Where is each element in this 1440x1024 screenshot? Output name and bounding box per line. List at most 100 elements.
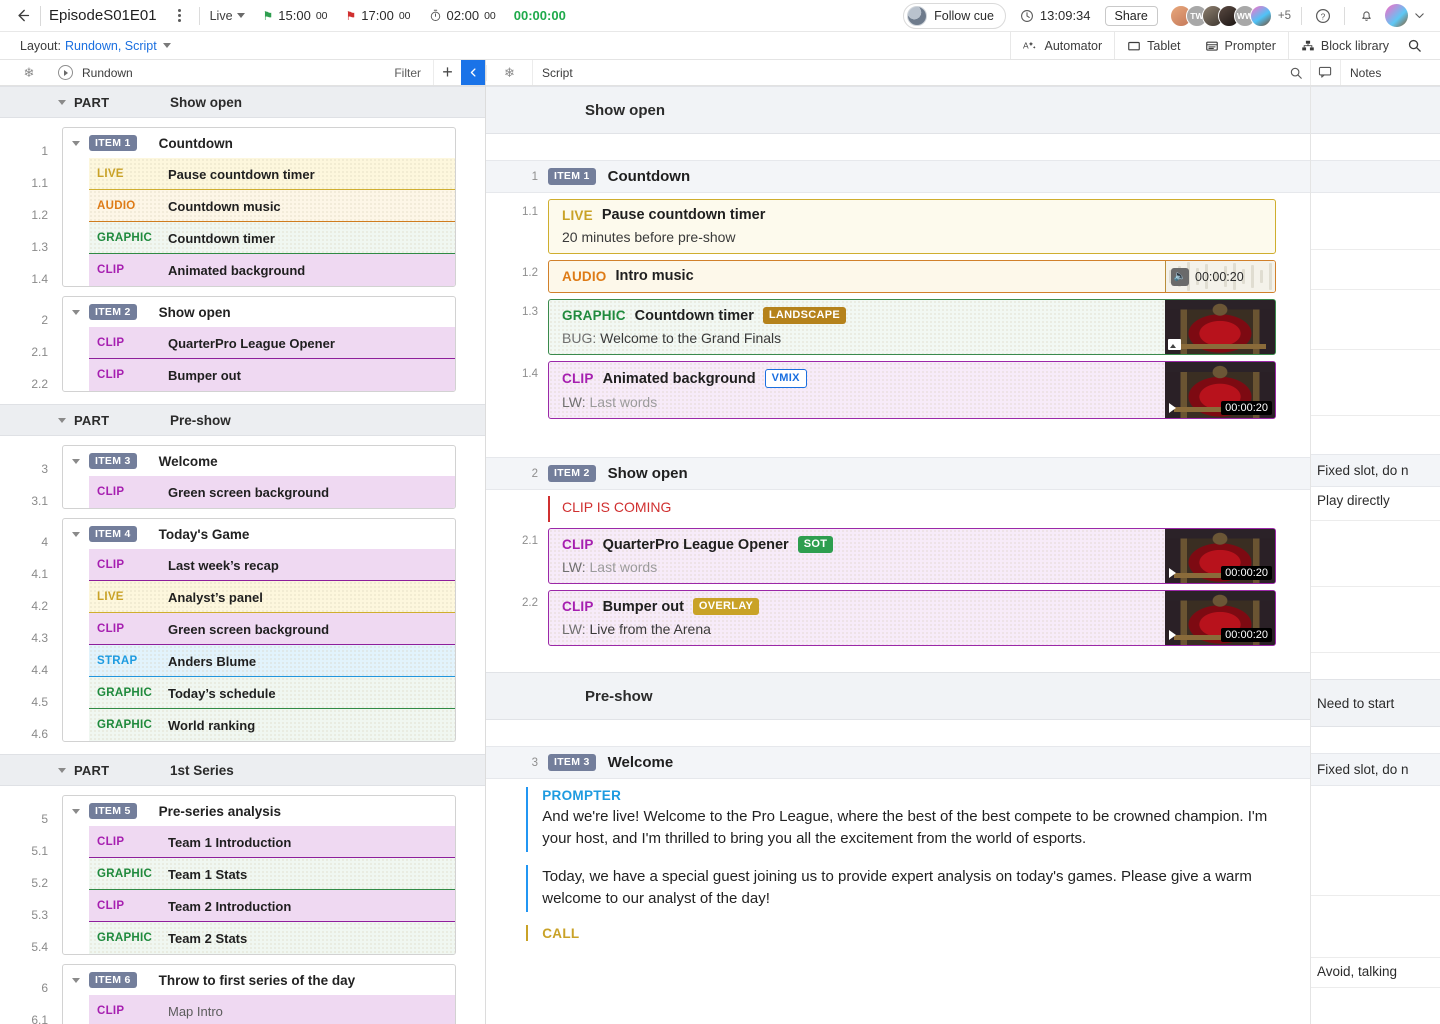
script-block[interactable]: CLIP Bumper out OVERLAY LW: Live from th… [548,590,1276,646]
script-block-row[interactable]: 2.2 CLIP Bumper out OVERLAY LW: Live fro… [486,584,1310,646]
note-part-cell[interactable]: Need to start [1311,679,1440,727]
script-block-row[interactable]: 2.1 CLIP QuarterPro League Opener SOT LW… [486,522,1310,584]
notes-column[interactable]: Fixed slot, do n Play directly Need to s… [1310,86,1440,1024]
user-avatar[interactable] [1385,4,1408,27]
add-item-button[interactable]: + [433,60,461,85]
note-cell[interactable]: Avoid, talking [1311,958,1440,988]
script-part-header[interactable]: Show open [486,86,1310,134]
script-item-header[interactable]: 2 ITEM 2 Show open [486,457,1310,490]
note-cell[interactable] [1311,290,1440,350]
rundown-row[interactable]: CLIP Team 1 Introduction [89,826,455,858]
script-block[interactable]: CLIP Animated background VMIX LW: Last w… [548,361,1276,419]
part-collapse-toggle[interactable] [0,417,74,423]
rundown-row[interactable]: GRAPHIC Countdown timer [89,222,455,254]
rundown-row[interactable]: CLIP Animated background [89,254,455,286]
back-button[interactable] [12,6,32,26]
note-cell[interactable] [1311,587,1440,653]
part-collapse-toggle[interactable] [0,99,74,105]
share-button[interactable]: Share [1104,5,1158,26]
item-header[interactable]: ITEM 1 Countdown [63,128,455,158]
chevron-down-icon[interactable] [162,43,171,48]
script-block[interactable]: LIVE Pause countdown timer 20 minutes be… [548,199,1276,254]
notes-icon[interactable] [1310,60,1340,85]
script-block-row[interactable]: 1.1 LIVE Pause countdown timer 20 minute… [486,193,1310,254]
part-row[interactable]: PART Pre-show [0,404,485,436]
note-item-cell[interactable]: Fixed slot, do n [1311,753,1440,786]
item-collapse-toggle[interactable] [63,531,89,537]
thumbnail-image[interactable]: 00:00:20 [1165,362,1275,418]
script-content-column[interactable]: Show open 1 ITEM 1 Countdown 1.1 LIVE Pa… [486,86,1310,1024]
filter-button[interactable]: Filter [382,66,433,80]
collaborator-avatars[interactable]: TW WW +5 [1169,4,1291,27]
part-collapse-toggle[interactable] [0,767,74,773]
item-header[interactable]: ITEM 3 Welcome [63,446,455,476]
block-text[interactable]: LIVE Pause countdown timer 20 minutes be… [549,200,1275,253]
prompter-block-row[interactable]: PROMPTER And we're live! Welcome to the … [486,779,1310,944]
rundown-row[interactable]: LIVE Pause countdown timer [89,158,455,190]
script-item-header[interactable]: 3 ITEM 3 Welcome [486,746,1310,779]
thumbnail-image[interactable] [1165,300,1275,354]
note-item-cell[interactable] [1311,160,1440,193]
rundown-item-card[interactable]: ITEM 3 Welcome CLIP Green screen backgrou… [62,445,456,509]
layout-value[interactable]: Rundown, Script [65,39,157,53]
script-block[interactable]: GRAPHIC Countdown timer LANDSCAPE BUG: W… [548,299,1276,355]
snowflake-icon[interactable]: ❄ [0,65,58,81]
rundown-list[interactable]: PART Show open 1 1.1 1.2 1.3 1.4 ITEM 1 … [0,86,485,1024]
call-segment[interactable]: CALL [526,925,1276,942]
item-header[interactable]: ITEM 4 Today's Game [63,519,455,549]
block-text[interactable]: GRAPHIC Countdown timer LANDSCAPE BUG: W… [549,300,1165,354]
item-collapse-toggle[interactable] [63,309,89,315]
snowflake-icon[interactable]: ❄ [486,64,532,81]
help-icon[interactable]: ? [1312,5,1334,27]
note-cell[interactable] [1311,896,1440,958]
script-block-row[interactable]: 1.4 CLIP Animated background VMIX LW: La… [486,355,1310,419]
rundown-row[interactable]: GRAPHIC Team 2 Stats [89,922,455,954]
rundown-row[interactable]: CLIP Map Intro [89,995,455,1024]
block-text[interactable]: AUDIO Intro music [549,261,1165,292]
rundown-row[interactable]: CLIP Green screen background [89,476,455,508]
mode-selector[interactable]: Live [210,9,245,23]
rundown-item-card[interactable]: ITEM 2 Show open CLIP QuarterPro League O… [62,296,456,392]
block-text[interactable]: CLIP Bumper out OVERLAY LW: Live from th… [549,591,1165,645]
rundown-row[interactable]: CLIP Team 2 Introduction [89,890,455,922]
script-item-header[interactable]: 1 ITEM 1 Countdown [486,160,1310,193]
item-collapse-toggle[interactable] [63,808,89,814]
tablet-button[interactable]: Tablet [1114,32,1192,59]
rundown-row[interactable]: STRAP Anders Blume [89,645,455,677]
search-button[interactable] [1401,32,1432,59]
note-cell[interactable] [1311,250,1440,290]
note-item-cell[interactable]: Fixed slot, do n [1311,454,1440,487]
thumbnail-image[interactable]: 00:00:20 [1165,591,1275,645]
avatar[interactable] [1249,4,1272,27]
script-block-row[interactable]: 1.2 AUDIO Intro music 🔈 00:00:20 [486,254,1310,293]
rundown-row[interactable]: CLIP Last week’s recap [89,549,455,581]
play-icon[interactable] [58,65,73,80]
rundown-row[interactable]: CLIP Bumper out [89,359,455,391]
item-collapse-toggle[interactable] [63,140,89,146]
chevron-down-icon[interactable] [1408,5,1430,27]
rundown-item-card[interactable]: ITEM 5 Pre-series analysis CLIP Team 1 In… [62,795,456,955]
avatar-overflow-count[interactable]: +5 [1278,10,1291,22]
prompter-content[interactable]: PROMPTER And we're live! Welcome to the … [526,787,1276,944]
note-cell[interactable] [1311,786,1440,896]
script-body[interactable]: Show open 1 ITEM 1 Countdown 1.1 LIVE Pa… [486,86,1440,1024]
script-block[interactable]: CLIP QuarterPro League Opener SOT LW: La… [548,528,1276,584]
script-part-header[interactable]: Pre-show [486,672,1310,720]
thumbnail-image[interactable]: 00:00:20 [1165,529,1275,583]
item-header[interactable]: ITEM 2 Show open [63,297,455,327]
prompter-button[interactable]: Prompter [1193,32,1288,59]
rundown-row[interactable]: GRAPHIC World ranking [89,709,455,741]
item-header[interactable]: ITEM 6 Throw to first series of the day [63,965,455,995]
follow-cue-button[interactable]: Follow cue [903,2,1006,29]
more-options-icon[interactable] [171,6,189,26]
rundown-row[interactable]: CLIP Green screen background [89,613,455,645]
rundown-item-card[interactable]: ITEM 1 Countdown LIVE Pause countdown tim… [62,127,456,287]
note-cell[interactable] [1311,193,1440,250]
notifications-bell-icon[interactable] [1355,5,1377,27]
rundown-row[interactable]: GRAPHIC Team 1 Stats [89,858,455,890]
block-library-button[interactable]: Block library [1287,32,1401,59]
prompter-segment[interactable]: PROMPTER And we're live! Welcome to the … [526,787,1276,853]
part-row[interactable]: PART 1st Series [0,754,485,786]
rundown-item-card[interactable]: ITEM 6 Throw to first series of the day … [62,964,456,1024]
rundown-row[interactable]: LIVE Analyst’s panel [89,581,455,613]
